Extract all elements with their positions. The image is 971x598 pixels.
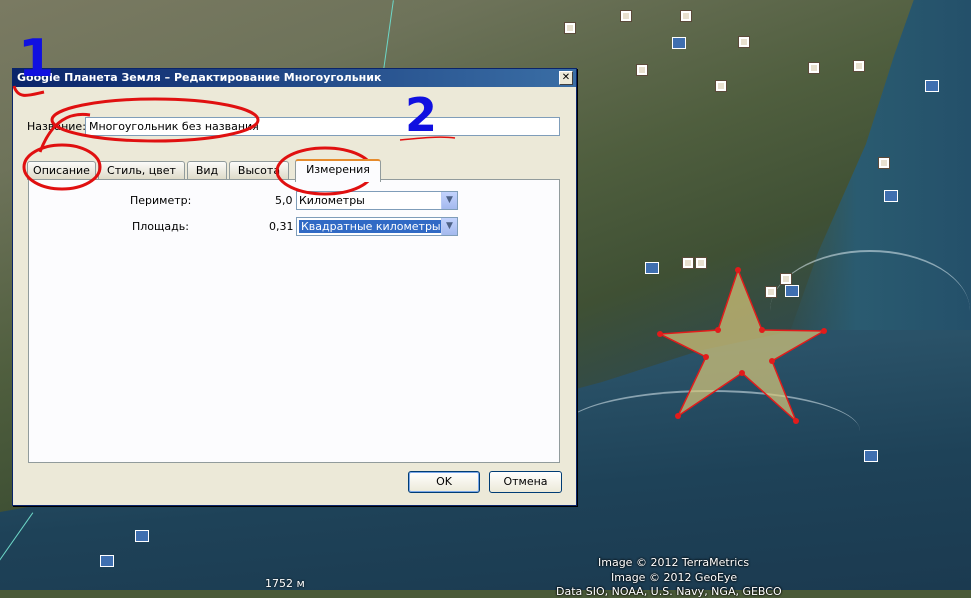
annotation-circle-name: [50, 97, 260, 143]
annotation-number-1: 1: [18, 29, 55, 89]
annotation-number-2: 2: [405, 88, 438, 142]
tab-measurements[interactable]: Измерения: [295, 159, 381, 182]
hand-annotations: [12, 85, 456, 196]
annotation-circle-description-tab: [22, 143, 102, 191]
